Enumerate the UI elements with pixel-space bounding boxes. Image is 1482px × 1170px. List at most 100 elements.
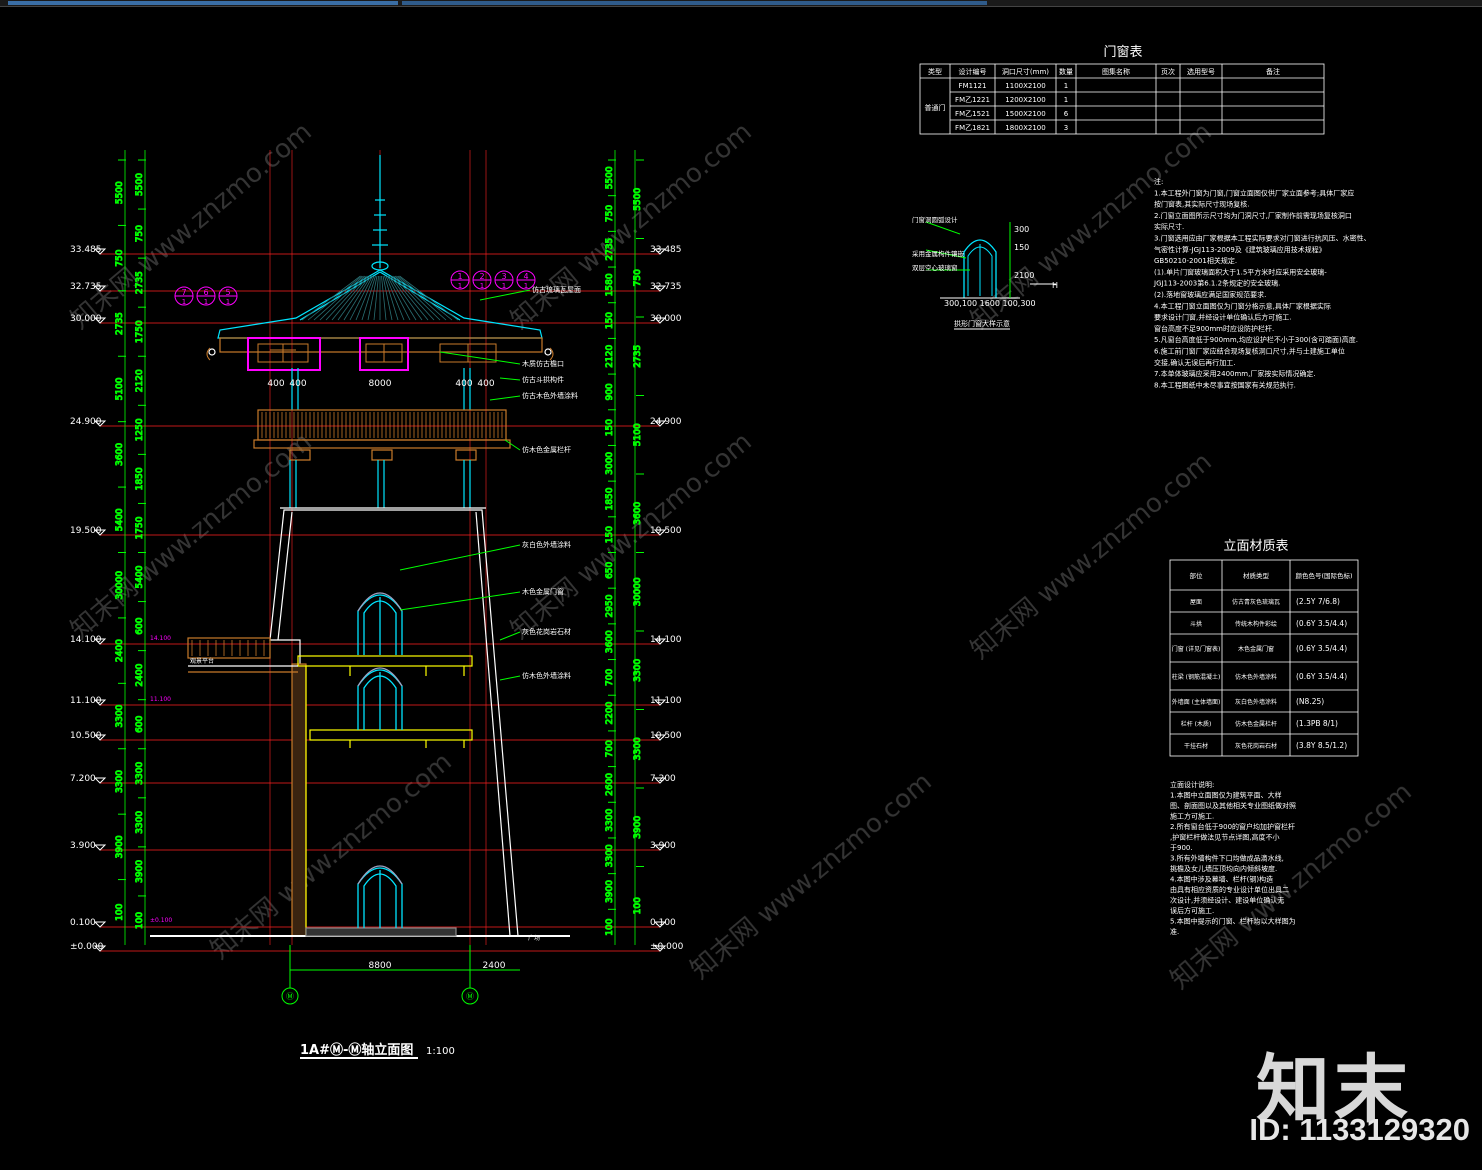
dim-left-outer: 3600 bbox=[115, 443, 125, 466]
dim-right-inner: 1850 bbox=[605, 487, 615, 510]
level-label-left: 3.900 bbox=[70, 841, 96, 851]
dim-left-inner: 3300 bbox=[135, 762, 145, 785]
material-part: 柱梁 (钢筋混凝土) bbox=[1172, 673, 1221, 681]
level-label-left: 24.900 bbox=[70, 417, 102, 427]
level-label-left: ±0.000 bbox=[70, 942, 104, 952]
dim-right-inner: 150 bbox=[605, 526, 615, 543]
dim-left-inner: 1250 bbox=[135, 418, 145, 441]
dim-right-inner: 1580 bbox=[605, 273, 615, 296]
level-label-right: 14.100 bbox=[650, 635, 682, 645]
callout-sub: 1 bbox=[458, 282, 462, 290]
dim-left-inner: 1750 bbox=[135, 320, 145, 343]
dim-right-outer: 5500 bbox=[633, 188, 643, 211]
dim-left-outer: 3300 bbox=[115, 770, 125, 793]
door-detail-title: 拱形门窗大样示意 bbox=[954, 319, 1010, 328]
leader-label: 木质仿古檐口 bbox=[522, 359, 564, 368]
top-dim: 400 bbox=[267, 379, 284, 389]
level-label-right: 0.100 bbox=[650, 918, 676, 928]
material-type: 传统木构件彩绘 bbox=[1235, 620, 1277, 628]
door-table-size: 1100X2100 bbox=[1005, 82, 1045, 90]
material-type: 仿木色外墙涂料 bbox=[1235, 673, 1277, 681]
top-dim: 400 bbox=[477, 379, 494, 389]
door-table-header: 页次 bbox=[1161, 67, 1175, 76]
note-line: 3.门窗选用应由厂家根据本工程实际要求对门窗进行抗风压、水密性、 bbox=[1154, 234, 1371, 243]
level-label-left: 10.500 bbox=[70, 731, 102, 741]
dim-right-inner: 100 bbox=[605, 918, 615, 935]
dim-right-inner: 3300 bbox=[605, 844, 615, 867]
leader-label: 木色金属门窗 bbox=[522, 587, 564, 596]
leader-label: 灰白色外墙涂料 bbox=[522, 540, 571, 549]
dim-left-inner: 2400 bbox=[135, 663, 145, 686]
dim-right-inner: 150 bbox=[605, 419, 615, 436]
note-line: 交接,确认无误后再行加工. bbox=[1154, 358, 1235, 367]
design-note-line: 图、剖面图以及其他相关专业图纸做对照 bbox=[1170, 801, 1296, 810]
level-label-left: 32.735 bbox=[70, 282, 102, 292]
level-label-right: 3.900 bbox=[650, 841, 676, 851]
level-labels: 33.485 32.735 30.000 24.900 19.500 14.100 11.1… bbox=[70, 245, 684, 952]
material-part: 斗拱 bbox=[1190, 620, 1202, 628]
dim-right-inner: 2600 bbox=[605, 773, 615, 796]
dim-right-inner: 750 bbox=[605, 205, 615, 222]
design-note-line: 误后方可施工. bbox=[1170, 906, 1214, 915]
callout-number: 4 bbox=[523, 272, 528, 281]
note-line: 按门窗表,其实际尺寸现场复核. bbox=[1154, 200, 1249, 209]
door-detail-dim-2: 150 bbox=[1014, 243, 1029, 252]
door-detail-label-mid: 采用金属构件镶嵌 bbox=[912, 249, 965, 258]
door-detail-dims-bottom: 300,100 1600 100,300 bbox=[944, 299, 1036, 308]
door-table-header: 备注 bbox=[1266, 67, 1280, 76]
note-line: 6.施工前门窗厂家应结合现场复核洞口尺寸,并与土建施工单位 bbox=[1154, 347, 1345, 356]
watermark-tile: 知末网 www.znzmo.com bbox=[505, 427, 757, 646]
design-note-line: 1.本图中立面图仅为建筑平面、大样 bbox=[1170, 791, 1282, 800]
ground-label: 广场 bbox=[528, 934, 540, 942]
dim-right-inner: 2120 bbox=[605, 345, 615, 368]
door-table-header: 类型 bbox=[928, 67, 942, 76]
note-line: 1.本工程外门窗为门窗,门窗立面图仅供厂家立面参考;具体厂家应 bbox=[1154, 188, 1354, 197]
dim-left-inner: 600 bbox=[135, 715, 145, 732]
callout-number: 5 bbox=[225, 288, 230, 297]
leader-line bbox=[499, 675, 521, 681]
level-label-left: 0.100 bbox=[70, 918, 96, 928]
inner-level-mark: 11.100 bbox=[150, 696, 171, 703]
door-detail-dim-3: 2100 bbox=[1014, 271, 1034, 280]
material-color: (1.3PB 8/1) bbox=[1296, 719, 1338, 728]
dim-left-outer: 5500 bbox=[115, 181, 125, 204]
material-table: 立面材质表 部位 材质类型 颜色色号(国际色标) 屋面 仿古青灰色琉璃瓦 (2.5Y 7/… bbox=[1169, 539, 1359, 757]
dim-left-inner: 600 bbox=[135, 617, 145, 634]
level-label-right: ±0.000 bbox=[650, 942, 684, 952]
note-line: (2).落地窗玻璃应满足国家规范要求. bbox=[1154, 290, 1266, 299]
axis-right-label: Ⓜ bbox=[466, 992, 474, 1001]
design-note-line: 于900. bbox=[1170, 844, 1193, 852]
design-note-line: 准. bbox=[1170, 927, 1179, 936]
door-detail-label-top: 门窗洞圆弧设计 bbox=[912, 215, 958, 224]
general-notes: 注: 1.本工程外门窗为门窗,门窗立面图仅供厂家立面参考;具体厂家应 按门窗表,其… bbox=[1153, 177, 1371, 389]
level-label-left: 14.100 bbox=[70, 635, 102, 645]
drawing-title: 1A#Ⓜ-Ⓜ轴立面图 bbox=[300, 1042, 413, 1058]
dim-right-inner: 2950 bbox=[605, 594, 615, 617]
door-table-header: 洞口尺寸(mm) bbox=[1002, 67, 1049, 76]
dim-left-inner: 5500 bbox=[135, 173, 145, 196]
door-table-type: 普通门 bbox=[925, 103, 946, 112]
level-label-right: 33.485 bbox=[650, 245, 682, 255]
cad-drawing-canvas[interactable]: 知末网 www.znzmo.com 知末网 www.znzmo.com 知末网 ww… bbox=[0, 0, 1482, 1170]
watermark-tile: 知末网 www.znzmo.com bbox=[965, 447, 1217, 666]
roof-tile-line bbox=[313, 275, 364, 321]
door-table-code: FM乙1821 bbox=[955, 124, 990, 132]
watermark-tile: 知末网 www.znzmo.com bbox=[65, 117, 317, 336]
material-part: 干挂石材 bbox=[1184, 742, 1208, 750]
level-symbol bbox=[93, 844, 107, 851]
note-line: 2.门窗立面图所示尺寸均为门洞尺寸,厂家制作前需现场复核洞口 bbox=[1154, 211, 1352, 220]
door-table-title: 门窗表 bbox=[1103, 44, 1142, 60]
terrace-label: 观景平台 bbox=[190, 657, 214, 665]
material-table-header: 颜色色号(国际色标) bbox=[1295, 571, 1352, 580]
door-table-code: FM乙1221 bbox=[955, 96, 990, 104]
material-part: 门窗 (详见门窗表) bbox=[1172, 645, 1221, 653]
material-table-header: 部位 bbox=[1190, 571, 1204, 580]
dim-right-inner: 2200 bbox=[605, 701, 615, 724]
dim-left-outer: 5100 bbox=[115, 377, 125, 400]
dim-right-inner: 3900 bbox=[605, 880, 615, 903]
dim-left-inner: 750 bbox=[135, 225, 145, 242]
dim-right-inner: 5500 bbox=[605, 166, 615, 189]
material-color: (3.8Y 8.5/1.2) bbox=[1296, 741, 1347, 750]
top-dim: 400 bbox=[289, 379, 306, 389]
dim-right-inner: 700 bbox=[605, 740, 615, 757]
